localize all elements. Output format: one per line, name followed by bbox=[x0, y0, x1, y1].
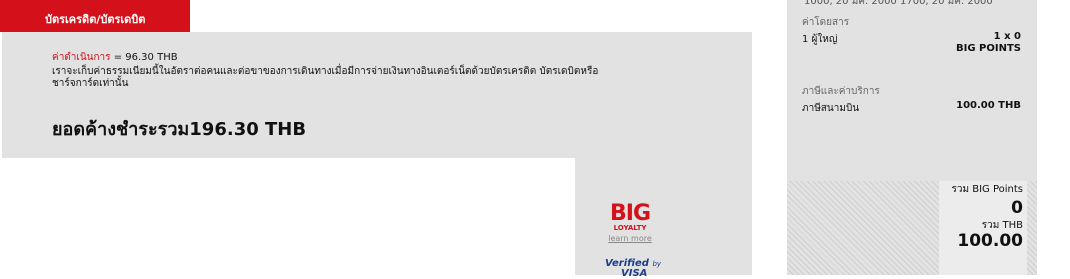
by-text: by bbox=[652, 260, 662, 268]
visa-text: VISA bbox=[621, 268, 648, 279]
big-logo-text: BIG bbox=[609, 201, 651, 226]
hatch-pattern-right bbox=[1027, 181, 1037, 275]
processing-fee-line: ค่าดำเนินการ = 96.30 THB bbox=[52, 52, 178, 64]
big-loyalty-logo: BIG LOYALTY learn more bbox=[608, 201, 652, 244]
total-thb-value: 100.00 bbox=[957, 231, 1023, 251]
processing-fee-value: = 96.30 THB bbox=[110, 52, 178, 63]
loyalty-logo-text: LOYALTY bbox=[613, 224, 647, 232]
processing-fee-label: ค่าดำเนินการ bbox=[52, 52, 111, 63]
totals-box: รวม BIG Points 0 รวม THB 100.00 bbox=[939, 181, 1027, 275]
logos-panel: BIG LOYALTY learn more Verified by VISA bbox=[575, 158, 752, 279]
booking-summary-sidebar: 1000, 20 มค. 2000 1700, 20 มค. 2000 ค่าโ… bbox=[787, 0, 1037, 275]
total-due: ยอดค้างชำระรวม196.30 THB bbox=[52, 119, 307, 140]
tab-credit-debit-card[interactable]: บัตรเครดิต/บัตรเดบิต bbox=[0, 0, 190, 32]
fare-row-value-count: 1 x 0 bbox=[993, 31, 1021, 42]
fare-row-label: 1 ผู้ใหญ่ bbox=[802, 34, 838, 45]
fare-row-value: 1 x 0 BIG POINTS bbox=[956, 31, 1021, 55]
tax-row-value: 100.00 THB bbox=[956, 100, 1021, 111]
learn-more-link[interactable]: learn more bbox=[608, 234, 652, 243]
total-points-value: 0 bbox=[1011, 198, 1023, 218]
flight-times-cut: 1000, 20 มค. 2000 1700, 20 มค. 2000 bbox=[804, 0, 993, 7]
payment-panel: ค่าดำเนินการ = 96.30 THB เราจะเก็บค่าธรร… bbox=[2, 32, 752, 158]
fare-row-value-unit: BIG POINTS bbox=[956, 43, 1021, 54]
hatch-pattern bbox=[787, 181, 939, 275]
processing-fee-description: เราจะเก็บค่าธรรมเนียมนี้ในอัตราต่อคนและต… bbox=[52, 66, 599, 89]
fare-section-label: ค่าโดยสาร bbox=[802, 17, 850, 28]
tax-section-label: ภาษีและค่าบริการ bbox=[802, 86, 880, 97]
tax-row-label: ภาษีสนามบิน bbox=[802, 103, 860, 114]
total-points-label: รวม BIG Points bbox=[951, 184, 1023, 195]
tab-label: บัตรเครดิต/บัตรเดบิต bbox=[45, 13, 146, 26]
